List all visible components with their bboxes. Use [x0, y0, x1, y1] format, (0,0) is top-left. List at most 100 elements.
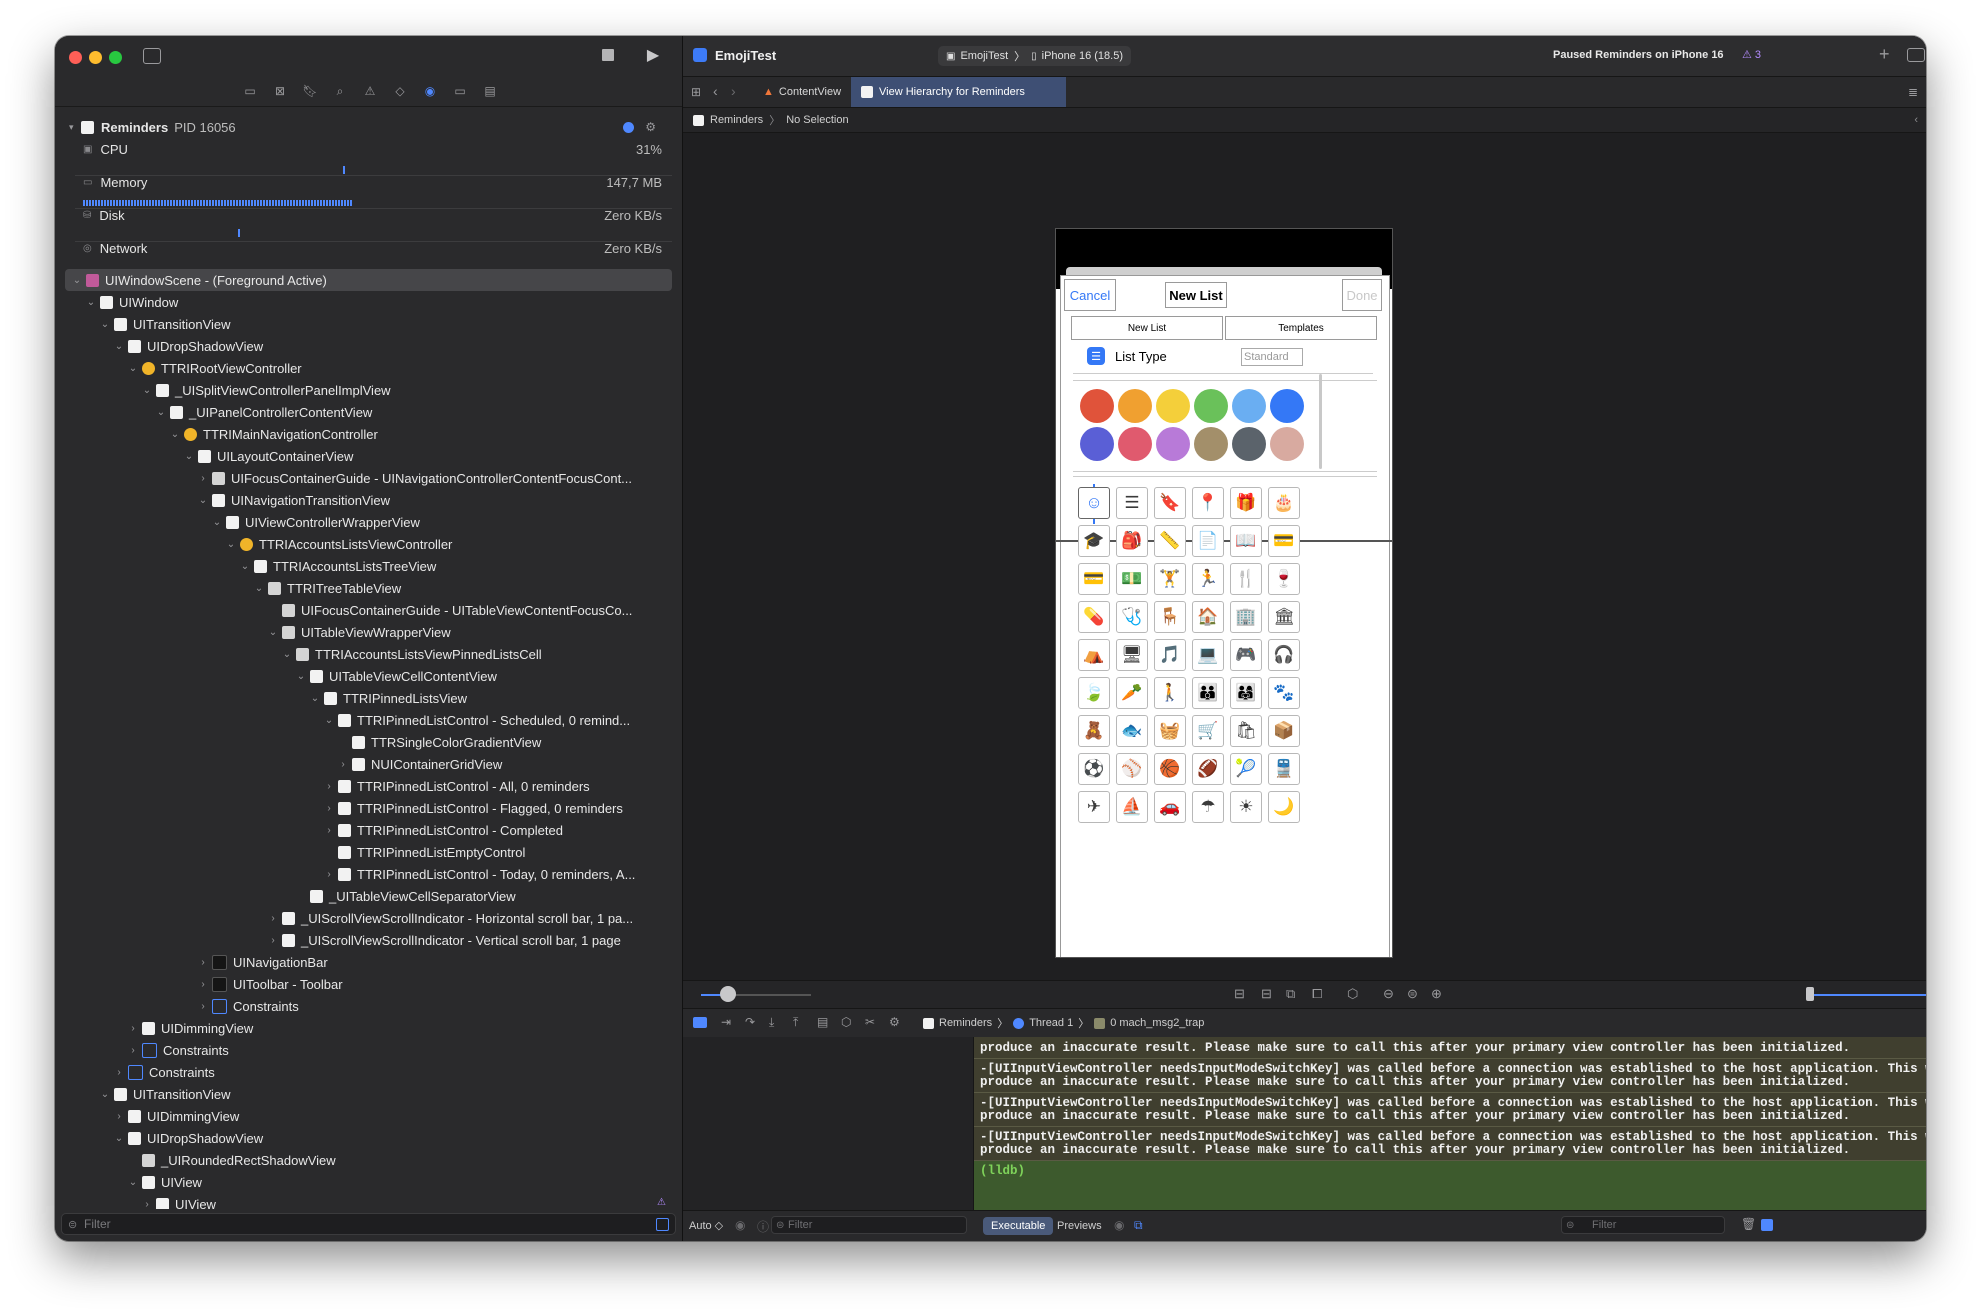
chevron-right-icon[interactable]: › — [323, 781, 335, 792]
chevron-right-icon[interactable]: › — [197, 979, 209, 990]
bookmark-icon[interactable]: 🔖︎ — [301, 82, 319, 100]
list-icon-option[interactable]: ⛵ — [1116, 791, 1148, 823]
chevron-right-icon[interactable]: › — [127, 1023, 139, 1034]
gauge-cpu[interactable]: ▣ CPU 31% — [83, 138, 662, 160]
tree-row[interactable]: › TTRIPinnedListControl - Completed — [65, 819, 672, 841]
sidebar-toggle-icon[interactable] — [143, 48, 161, 64]
clip-icon[interactable]: ⊟ — [1234, 986, 1245, 1002]
chevron-right-icon[interactable]: › — [267, 935, 279, 946]
list-icon-option[interactable]: 🚶 — [1154, 677, 1186, 709]
tree-row[interactable]: ⌄ TTRIAccountsListsViewPinnedListsCell — [65, 643, 672, 665]
jumpbar-root[interactable]: Reminders — [710, 114, 763, 126]
stop-icon[interactable] — [602, 49, 614, 61]
cancel-button[interactable]: Cancel — [1064, 279, 1116, 311]
navigator-filter-field[interactable]: ⊜ Filter — [61, 1213, 676, 1235]
tree-row[interactable]: ⌄ UIDropShadowView — [65, 335, 672, 357]
variables-view[interactable] — [683, 1037, 974, 1211]
chevron-down-icon[interactable]: ⌄ — [99, 1089, 111, 1100]
layers-icon[interactable]: ⧉ — [1286, 986, 1295, 1002]
list-icon-option[interactable]: 💵 — [1116, 563, 1148, 595]
list-icon-option[interactable]: 🎵 — [1154, 639, 1186, 671]
view-debugger-canvas[interactable]: Cancel New List Done New List Templates … — [683, 133, 1926, 980]
back-icon[interactable]: ‹ — [713, 83, 718, 99]
tree-row[interactable]: ⌄ TTRIAccountsListsTreeView — [65, 555, 672, 577]
gauge-memory[interactable]: ▭ Memory 147,7 MB — [83, 171, 662, 193]
grid-icon[interactable]: ⊞ — [691, 85, 701, 99]
list-icon-option[interactable]: 🍴 — [1230, 563, 1262, 595]
jumpbar-selection[interactable]: No Selection — [786, 114, 848, 126]
tree-row[interactable]: UIFocusContainerGuide - UITableViewConte… — [65, 599, 672, 621]
tree-row[interactable]: › UIToolbar - Toolbar — [65, 973, 672, 995]
tree-row[interactable]: › UIFocusContainerGuide - UINavigationCon… — [65, 467, 672, 489]
chevron-down-icon[interactable]: ⌄ — [155, 407, 167, 418]
chevron-down-icon[interactable]: ⌄ — [127, 1177, 139, 1188]
chevron-down-icon[interactable]: ⌄ — [239, 561, 251, 572]
tree-row[interactable]: › Constraints — [65, 1039, 672, 1061]
list-icon-option[interactable]: ⛺ — [1078, 639, 1110, 671]
attach-icon[interactable]: ⧉ — [1134, 1218, 1143, 1233]
tree-row[interactable]: › UIDimmingView — [65, 1017, 672, 1039]
close-window-button[interactable] — [69, 51, 82, 64]
minimize-window-button[interactable] — [89, 51, 102, 64]
chevron-down-icon[interactable]: ⌄ — [85, 297, 97, 308]
spacing-slider-thumb[interactable] — [720, 986, 736, 1002]
console-filter-field[interactable]: ⊜ Filter — [1561, 1216, 1725, 1234]
chevron-down-icon[interactable]: ⌄ — [99, 319, 111, 330]
chevron-down-icon[interactable]: ⌄ — [309, 693, 321, 704]
tree-row[interactable]: › TTRIPinnedListControl - All, 0 reminder… — [65, 775, 672, 797]
list-icon-option[interactable]: 🏀 — [1154, 753, 1186, 785]
variables-scope-select[interactable]: Auto ◇ — [689, 1219, 723, 1232]
list-icon-option[interactable]: 🐾 — [1268, 677, 1300, 709]
step-into-icon[interactable]: ⤒ — [793, 1015, 798, 1030]
chevron-down-icon[interactable]: ⌄ — [71, 275, 83, 286]
list-icon-option[interactable]: 💳 — [1078, 563, 1110, 595]
list-icon-option[interactable]: 🩺 — [1116, 601, 1148, 633]
breadcrumb-process[interactable]: Reminders — [939, 1017, 992, 1029]
breadcrumb-thread[interactable]: Thread 1 — [1029, 1017, 1073, 1029]
chevron-right-icon[interactable]: › — [141, 1199, 153, 1210]
list-icon-option[interactable]: ☺ — [1078, 487, 1110, 519]
chevron-down-icon[interactable]: ⌄ — [127, 363, 139, 374]
test-icon[interactable]: ◇ — [391, 82, 409, 100]
chevron-right-icon[interactable]: › — [197, 473, 209, 484]
tree-row[interactable]: ⌄ TTRIAccountsListsViewController — [65, 533, 672, 555]
chevron-down-icon[interactable]: ⌄ — [225, 539, 237, 550]
color-swatch[interactable] — [1118, 389, 1152, 423]
chevron-right-icon[interactable]: › — [127, 1045, 139, 1056]
chevron-down-icon[interactable]: ⌄ — [113, 341, 125, 352]
gauge-disk[interactable]: ⛁ Disk Zero KB/s — [83, 204, 662, 226]
color-swatch[interactable] — [1194, 389, 1228, 423]
tree-row[interactable]: ⌄ UIView — [65, 1171, 672, 1193]
variables-filter-field[interactable]: ⊜ Filter — [771, 1216, 967, 1234]
tree-row[interactable]: ⌄ UITransitionView — [65, 1083, 672, 1105]
list-icon-option[interactable]: ☀ — [1230, 791, 1262, 823]
list-icon-option[interactable]: 🎒 — [1116, 525, 1148, 557]
report-icon[interactable]: ▤ — [481, 82, 499, 100]
list-icon-option[interactable]: 🥕 — [1116, 677, 1148, 709]
color-swatch[interactable] — [1270, 427, 1304, 461]
issue-icon[interactable]: ⚠ — [361, 82, 379, 100]
chevron-right-icon[interactable]: › — [113, 1067, 125, 1078]
list-icon-option[interactable]: 🎮 — [1230, 639, 1262, 671]
tree-row[interactable]: › UIDimmingView — [65, 1105, 672, 1127]
inspector-toggle-icon[interactable] — [1907, 48, 1925, 62]
tree-row[interactable]: ⌄ _UISplitViewControllerPanelImplView — [65, 379, 672, 401]
list-icon-option[interactable]: 👪 — [1192, 677, 1224, 709]
tree-row[interactable]: TTRIPinnedListEmptyControl — [65, 841, 672, 863]
environment-overrides-icon[interactable]: ⚙ — [889, 1015, 900, 1029]
eye-icon[interactable]: ◉ — [735, 1218, 745, 1232]
chevron-down-icon[interactable]: ⌄ — [253, 583, 265, 594]
console-input-area[interactable] — [974, 1161, 1926, 1211]
color-swatch[interactable] — [1194, 427, 1228, 461]
tree-row[interactable]: ⌄ UINavigationTransitionView — [65, 489, 672, 511]
tree-row[interactable]: ⌄ TTRIMainNavigationController — [65, 423, 672, 445]
list-icon-option[interactable]: 🎾 — [1230, 753, 1262, 785]
chevron-down-icon[interactable]: ⌄ — [113, 1133, 125, 1144]
scheme-selector[interactable]: ▣ EmojiTest 〉 ▯ iPhone 16 (18.5) — [938, 46, 1131, 66]
tree-row[interactable]: ⌄ UIWindow — [65, 291, 672, 313]
list-icon-option[interactable]: 🎁 — [1230, 487, 1262, 519]
tree-row[interactable]: › UINavigationBar — [65, 951, 672, 973]
chevron-down-icon[interactable]: ⌄ — [323, 715, 335, 726]
chevron-down-icon[interactable]: ⌄ — [169, 429, 181, 440]
list-type-row[interactable]: ☰ List Type Standard — [1073, 343, 1373, 374]
